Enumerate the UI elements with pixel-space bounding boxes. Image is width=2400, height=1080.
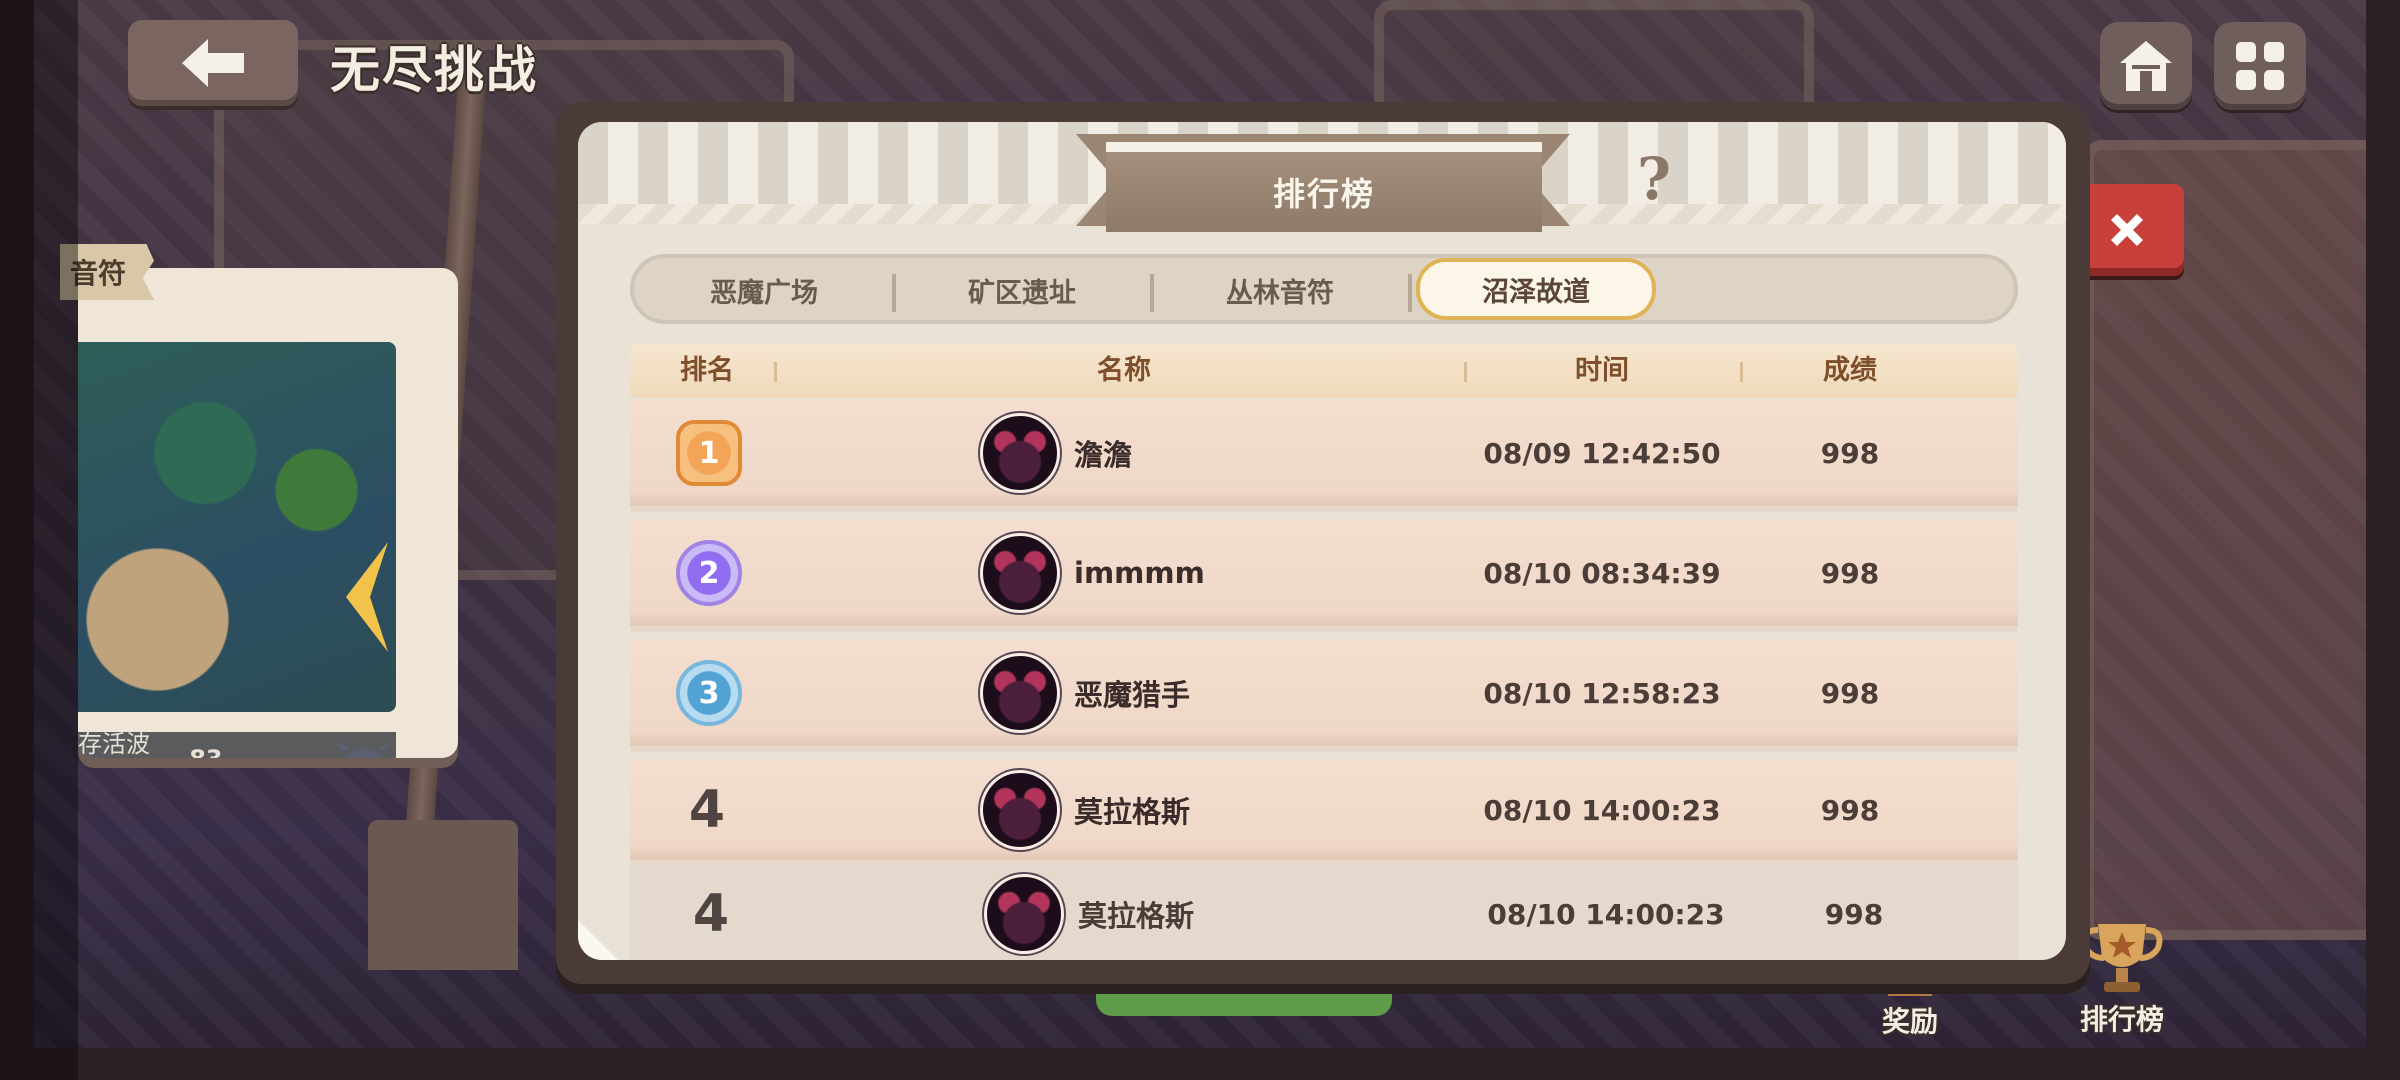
player-cell: 恶魔猎手 xyxy=(980,640,1190,746)
player-cell: 莫拉格斯 xyxy=(980,760,1190,860)
tab-demon-plaza[interactable]: 恶魔广场 xyxy=(642,262,886,318)
time-cell: 08/10 08:34:39 xyxy=(1464,520,1740,626)
player-name: 澹澹 xyxy=(1074,438,1133,472)
record-time: 08/10 14:00:23 xyxy=(1487,897,1725,931)
record-score: 998 xyxy=(1820,436,1880,470)
record-time: 08/10 14:00:23 xyxy=(1483,793,1721,827)
back-arrow-icon xyxy=(182,39,244,87)
rank-cell: 2 xyxy=(676,520,742,626)
screen-edge-shadow xyxy=(0,0,78,1080)
player-cell: immmm xyxy=(980,520,1205,626)
tab-divider xyxy=(1150,274,1154,312)
wave-value: 83 xyxy=(189,745,222,758)
rank-cell: 4 xyxy=(634,866,788,960)
column-time: 时间 xyxy=(1575,355,1629,386)
tab-jungle-notes[interactable]: 丛林音符 xyxy=(1158,262,1402,318)
avatar xyxy=(980,533,1060,613)
gold-medal-icon: 1 xyxy=(676,420,742,486)
avatar xyxy=(984,874,1064,954)
tab-swamp-road[interactable]: 沼泽故道 xyxy=(1416,258,1656,320)
record-score: 998 xyxy=(1824,897,1884,931)
modal-title: 排行榜 xyxy=(1272,175,1375,213)
leaderboard-row[interactable]: 3 恶魔猎手 08/10 12:58:23 998 xyxy=(630,640,2018,752)
page-corner-fold xyxy=(578,920,618,960)
score-cell: 998 xyxy=(1740,760,1960,860)
rank-number: 4 xyxy=(692,884,730,944)
player-name: 莫拉格斯 xyxy=(1074,795,1191,829)
my-rank-row: 4 莫拉格斯 08/10 14:00:23 998 xyxy=(630,866,2018,960)
score-cell: 998 xyxy=(1744,866,1964,960)
header-divider xyxy=(774,362,777,382)
player-name: 莫拉格斯 xyxy=(1078,899,1195,933)
monster-search-icon xyxy=(334,742,393,758)
time-cell: 08/09 12:42:50 xyxy=(1464,400,1740,506)
record-time: 08/09 12:42:50 xyxy=(1483,436,1721,470)
stage-map-thumbnail: 存活波次: 83 xyxy=(78,342,396,758)
time-cell: 08/10 12:58:23 xyxy=(1464,640,1740,746)
score-cell: 998 xyxy=(1740,400,1960,506)
silver-medal-icon: 2 xyxy=(676,540,742,606)
tab-mine-ruins[interactable]: 矿区遗址 xyxy=(900,262,1144,318)
score-cell: 998 xyxy=(1740,640,1960,746)
column-rank: 排名 xyxy=(680,355,734,386)
menu-button[interactable] xyxy=(2214,22,2306,110)
avatar xyxy=(980,653,1060,733)
leaderboard-label: 排行榜 xyxy=(2079,1003,2164,1036)
player-cell: 澹澹 xyxy=(980,400,1132,506)
rank-cell: 1 xyxy=(676,400,742,506)
avatar xyxy=(980,770,1060,850)
close-icon xyxy=(2111,214,2143,246)
rank-cell: 4 xyxy=(630,760,784,860)
stage-card[interactable]: 存活波次: 83 xyxy=(78,268,458,758)
home-button[interactable] xyxy=(2100,22,2192,110)
pole-base xyxy=(368,820,518,970)
home-icon xyxy=(2120,41,2172,91)
wave-label: 存活波次: xyxy=(78,730,150,758)
help-icon[interactable]: ? xyxy=(1624,144,1684,214)
bronze-medal-icon: 3 xyxy=(676,660,742,726)
map-tabs: 恶魔广场 矿区遗址 丛林音符 沼泽故道 xyxy=(630,254,2018,324)
leaderboard-row[interactable]: 1 澹澹 08/09 12:42:50 998 xyxy=(630,400,2018,512)
map-arrow-icon xyxy=(346,542,388,652)
leaderboard-modal: 排行榜 ? 恶魔广场 矿区遗址 丛林音符 沼泽故道 排名 名称 时间 成绩 1 … xyxy=(578,122,2066,960)
grid-menu-icon xyxy=(2236,42,2284,90)
record-time: 08/10 08:34:39 xyxy=(1483,556,1721,590)
rank-number: 4 xyxy=(688,780,726,840)
score-cell: 998 xyxy=(1740,520,1960,626)
player-name: 恶魔猎手 xyxy=(1074,678,1191,712)
column-score: 成绩 xyxy=(1823,355,1877,386)
player-cell: 莫拉格斯 xyxy=(984,866,1194,960)
page-title: 无尽挑战 xyxy=(330,41,538,99)
time-cell: 08/10 14:00:23 xyxy=(1468,866,1744,960)
column-name: 名称 xyxy=(1097,355,1151,386)
record-score: 998 xyxy=(1820,556,1880,590)
wave-info: 存活波次: 83 xyxy=(78,730,396,758)
leaderboard-row[interactable]: 4 莫拉格斯 08/10 14:00:23 998 xyxy=(630,760,2018,866)
player-name: immmm xyxy=(1074,556,1205,590)
record-score: 998 xyxy=(1820,676,1880,710)
modal-title-plate: 排行榜 xyxy=(1106,142,1542,232)
rewards-label: 奖励 xyxy=(1881,1005,1938,1038)
record-score: 998 xyxy=(1820,793,1880,827)
tab-divider xyxy=(1408,274,1412,312)
leaderboard-row[interactable]: 2 immmm 08/10 08:34:39 998 xyxy=(630,520,2018,632)
leaderboard-header: 排名 名称 时间 成绩 xyxy=(630,344,2018,398)
record-time: 08/10 12:58:23 xyxy=(1483,676,1721,710)
back-button[interactable] xyxy=(128,20,298,106)
rank-cell: 3 xyxy=(676,640,742,746)
tab-divider xyxy=(892,274,896,312)
avatar xyxy=(980,413,1060,493)
time-cell: 08/10 14:00:23 xyxy=(1464,760,1740,860)
